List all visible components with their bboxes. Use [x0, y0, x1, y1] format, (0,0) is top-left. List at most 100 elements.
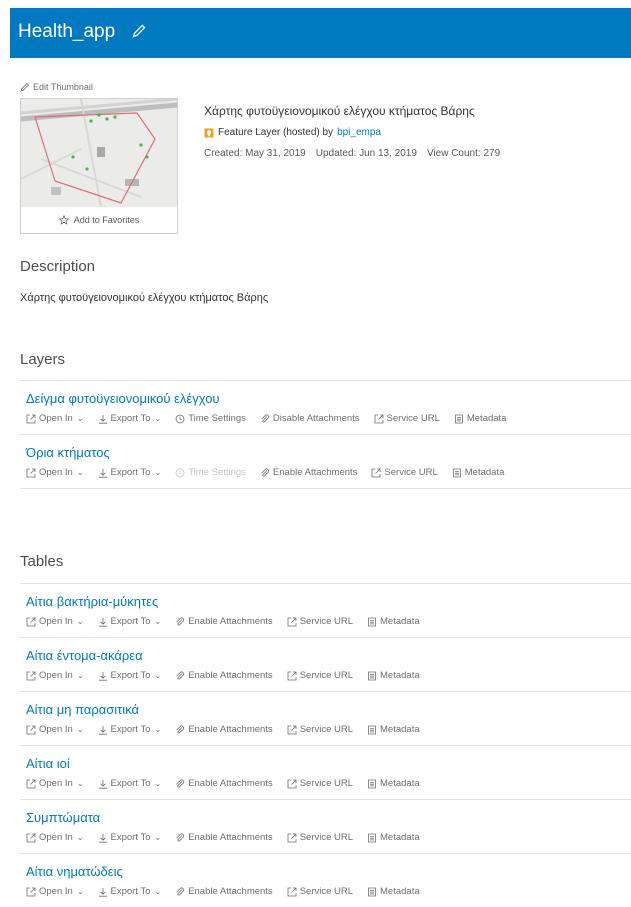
layer-actions: Open In ⌄ Export To ⌄ Time Settings Disabl…: [26, 413, 520, 424]
document-icon: [368, 779, 376, 788]
enable-attachments-button[interactable]: Enable Attachments: [175, 778, 273, 789]
feature-layer-icon: [204, 128, 214, 137]
metadata-button[interactable]: Metadata: [454, 413, 506, 424]
table-name-link[interactable]: Αίτια ιοί: [26, 756, 70, 771]
paperclip-icon: [261, 414, 269, 422]
document-icon: [454, 414, 463, 423]
chevron-down-icon: ⌄: [76, 617, 84, 626]
service-url-button[interactable]: Service URL: [287, 670, 353, 681]
metadata-button[interactable]: Metadata: [367, 670, 420, 681]
app-header: Health_app: [10, 8, 631, 58]
item-type-line: Feature Layer (hosted) by bpi_empa: [204, 127, 500, 138]
export-to-button[interactable]: Export To ⌄: [98, 724, 162, 735]
metadata-button[interactable]: Metadata: [367, 886, 420, 897]
table-actions: Open In ⌄ Export To ⌄ Enable Attachments S…: [26, 616, 434, 627]
item-dates: Created: May 31, 2019 Updated: Jun 13, 2…: [204, 148, 500, 159]
list-item: Όρια κτήματος Open In ⌄ Export To ⌄ Time S…: [20, 435, 631, 489]
list-item: Δείγμα φυτοϋγειονομικού ελέγχου Open In ⌄…: [20, 381, 631, 435]
external-link-icon: [26, 887, 36, 896]
service-url-button[interactable]: Service URL: [287, 724, 353, 735]
export-to-button[interactable]: Export To ⌄: [98, 832, 161, 843]
open-in-button[interactable]: Open In ⌄: [26, 616, 84, 627]
pencil-icon[interactable]: [130, 22, 148, 40]
layer-name-link[interactable]: Όρια κτήματος: [26, 445, 110, 460]
view-count: View Count: 279: [426, 148, 501, 159]
service-url-button[interactable]: Service URL: [287, 886, 353, 897]
add-to-favorites-button[interactable]: Add to Favorites: [21, 207, 177, 233]
table-name-link[interactable]: Αίτια έντομα-ακάρεα: [26, 648, 143, 663]
enable-attachments-button[interactable]: Enable Attachments: [175, 616, 273, 627]
enable-attachments-button[interactable]: Enable Attachments: [175, 670, 273, 681]
enable-attachments-button[interactable]: Enable Attachments: [175, 886, 273, 897]
open-in-button[interactable]: Open In ⌄: [26, 467, 84, 478]
service-url-button[interactable]: Service URL: [374, 413, 440, 424]
export-to-button[interactable]: Export To ⌄: [98, 467, 161, 478]
chevron-down-icon: ⌄: [154, 887, 162, 896]
open-in-button[interactable]: Open In ⌄: [26, 724, 84, 735]
service-url-button[interactable]: Service URL: [287, 616, 353, 627]
document-icon: [368, 617, 376, 626]
paperclip-icon: [176, 617, 185, 625]
metadata-button[interactable]: Metadata: [452, 467, 504, 478]
list-item: Αίτια μη παρασιτικά Open In ⌄ Export To ⌄ …: [20, 692, 631, 746]
edit-thumbnail-button[interactable]: Edit Thumbnail: [20, 80, 178, 94]
document-icon: [368, 887, 376, 896]
layer-name-link[interactable]: Δείγμα φυτοϋγειονομικού ελέγχου: [26, 391, 220, 406]
external-link-icon: [26, 617, 36, 626]
external-link-icon: [287, 779, 297, 788]
document-icon: [452, 468, 461, 477]
table-actions: Open In ⌄ Export To ⌄ Enable Attachments S…: [26, 778, 434, 789]
created-date: Created: May 31, 2019: [204, 148, 306, 159]
table-actions: Open In ⌄ Export To ⌄ Enable Attachments S…: [26, 670, 434, 681]
time-settings-button[interactable]: Time Settings: [175, 413, 246, 424]
map-thumbnail: [21, 99, 177, 207]
chevron-down-icon: ⌄: [76, 779, 84, 788]
export-to-button[interactable]: Export To ⌄: [98, 616, 161, 627]
chevron-down-icon: ⌄: [154, 725, 162, 734]
service-url-button[interactable]: Service URL: [287, 778, 353, 789]
paperclip-icon: [176, 725, 185, 733]
enable-attachments-button[interactable]: Enable Attachments: [260, 467, 357, 478]
metadata-button[interactable]: Metadata: [367, 832, 420, 843]
layer-actions: Open In ⌄ Export To ⌄ Time Settings Enable…: [26, 467, 518, 478]
paperclip-icon: [176, 833, 185, 841]
table-name-link[interactable]: Αίτια βακτήρια-μύκητες: [26, 594, 158, 609]
metadata-button[interactable]: Metadata: [367, 778, 420, 789]
download-icon: [98, 671, 107, 681]
metadata-button[interactable]: Metadata: [367, 724, 420, 735]
table-actions: Open In ⌄ Export To ⌄ Enable Attachments S…: [26, 832, 434, 843]
chevron-down-icon: ⌄: [154, 671, 162, 680]
external-link-icon: [26, 833, 36, 842]
paperclip-icon: [261, 468, 269, 476]
export-to-button[interactable]: Export To ⌄: [98, 778, 161, 789]
export-to-button[interactable]: Export To ⌄: [98, 670, 162, 681]
open-in-button[interactable]: Open In ⌄: [26, 413, 84, 424]
export-to-button[interactable]: Export To ⌄: [98, 886, 162, 897]
open-in-button[interactable]: Open In ⌄: [26, 832, 84, 843]
service-url-button[interactable]: Service URL: [371, 467, 438, 478]
open-in-button[interactable]: Open In ⌄: [26, 778, 84, 789]
table-name-link[interactable]: Συμπτώματα: [26, 810, 100, 825]
table-name-link[interactable]: Αίτια νηματώδεις: [26, 864, 123, 879]
service-url-button[interactable]: Service URL: [287, 832, 353, 843]
enable-attachments-button[interactable]: Enable Attachments: [175, 832, 273, 843]
open-in-button[interactable]: Open In ⌄: [26, 670, 84, 681]
enable-attachments-button[interactable]: Enable Attachments: [175, 724, 273, 735]
list-item: Αίτια νηματώδεις Open In ⌄ Export To ⌄ Ena…: [20, 854, 631, 907]
owner-link[interactable]: bpi_empa: [337, 127, 381, 138]
disable-attachments-button[interactable]: Disable Attachments: [260, 413, 360, 424]
document-icon: [368, 725, 376, 734]
download-icon: [98, 617, 107, 627]
external-link-icon: [26, 725, 36, 734]
table-actions: Open In ⌄ Export To ⌄ Enable Attachments S…: [26, 886, 434, 897]
table-name-link[interactable]: Αίτια μη παρασιτικά: [26, 702, 139, 717]
time-settings-button: Time Settings: [175, 467, 246, 478]
open-in-button[interactable]: Open In ⌄: [26, 886, 84, 897]
metadata-button[interactable]: Metadata: [367, 616, 420, 627]
updated-date: Updated: Jun 13, 2019: [315, 148, 417, 159]
app-title: Health_app: [18, 21, 116, 42]
external-link-icon: [287, 617, 297, 626]
external-link-icon: [372, 468, 381, 477]
clock-icon: [175, 414, 185, 423]
export-to-button[interactable]: Export To ⌄: [98, 413, 161, 424]
